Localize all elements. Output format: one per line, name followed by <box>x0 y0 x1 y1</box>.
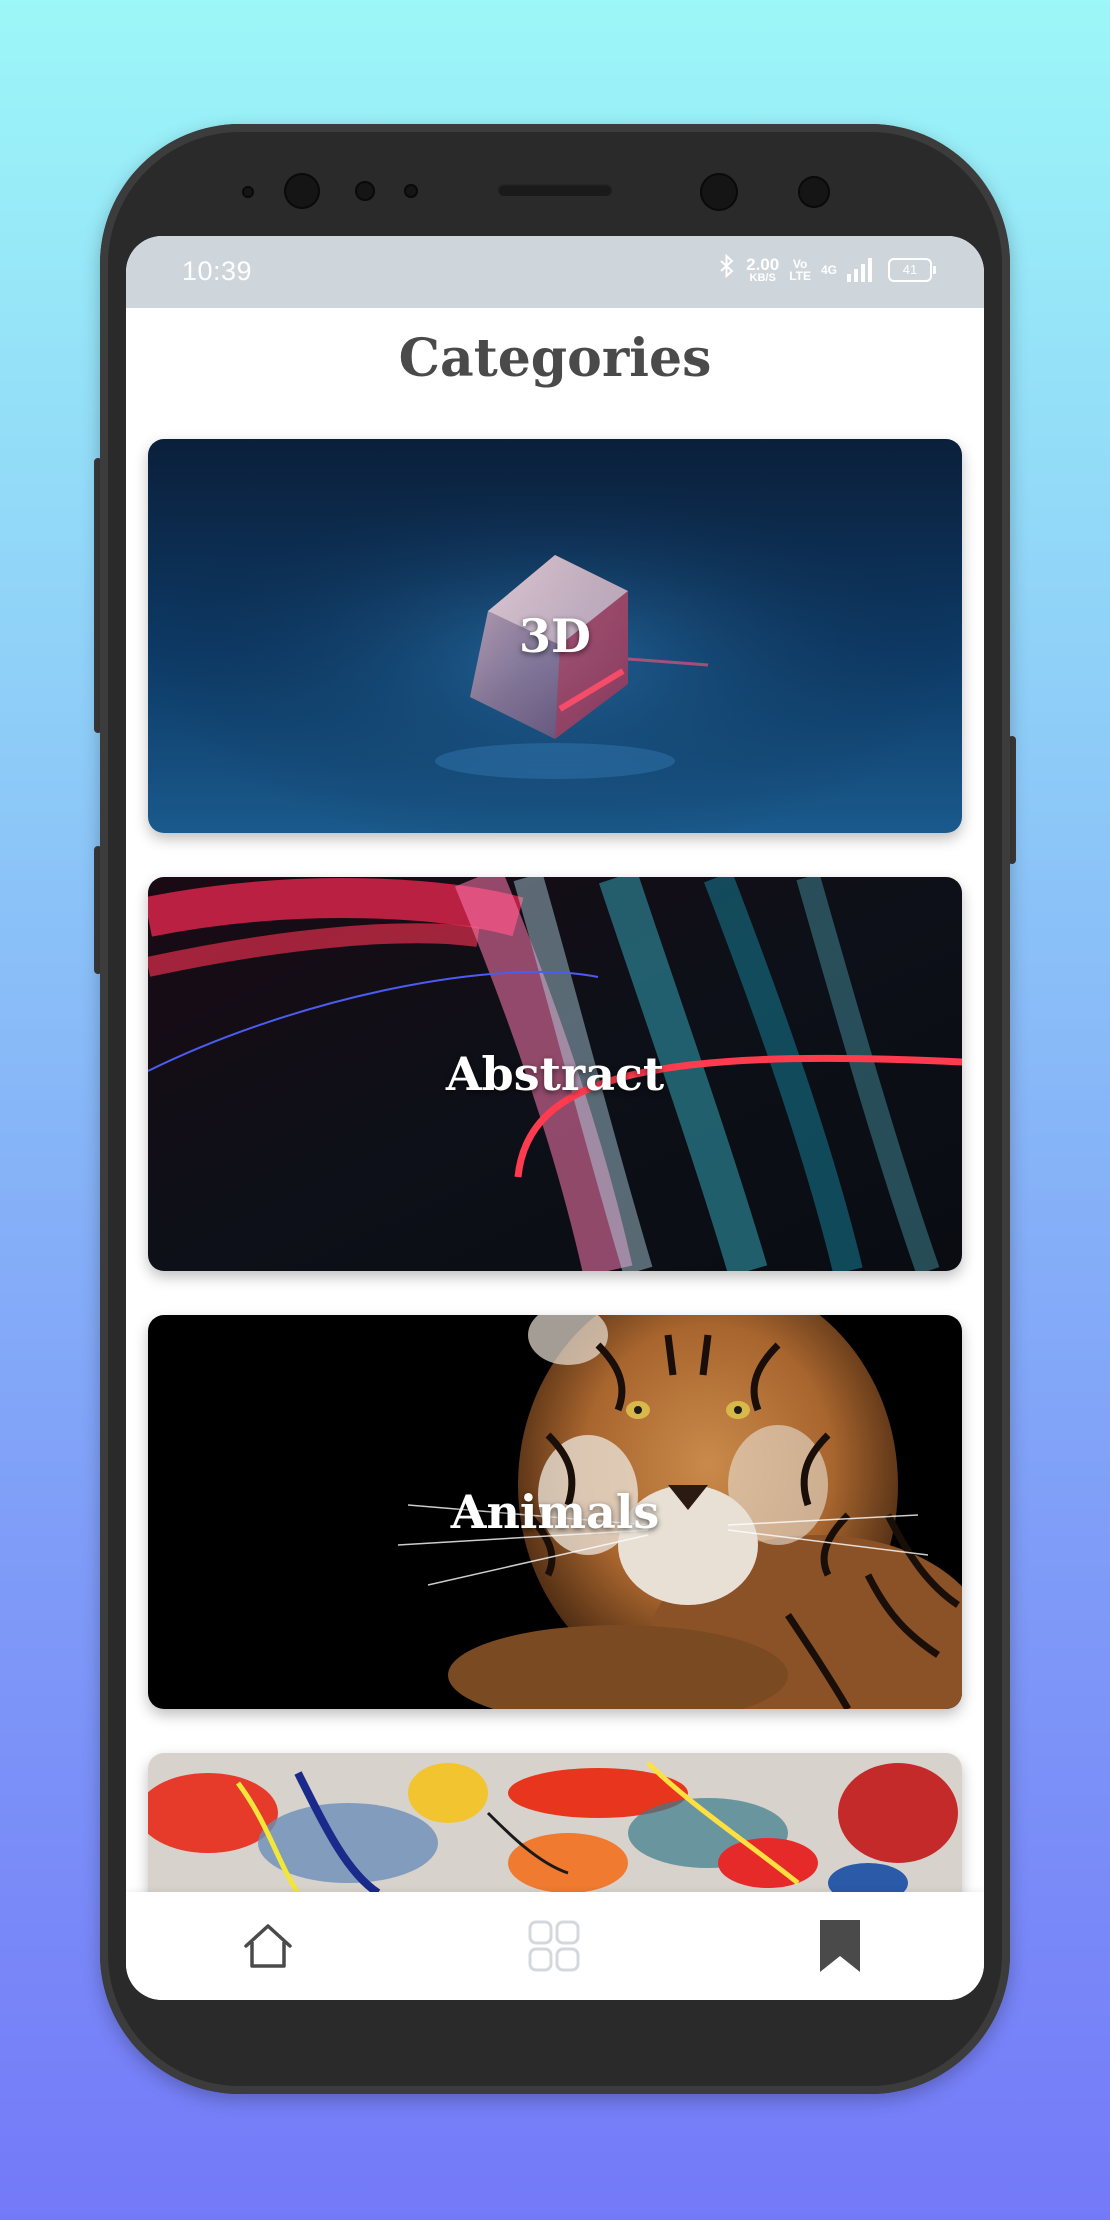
home-icon <box>244 1924 292 1968</box>
network-speed-value: 2.00 <box>746 254 780 274</box>
status-bar: 10:39 2.00 KB/S Vo LTE 4G 41 <box>126 236 984 308</box>
phone-sensor <box>798 176 830 208</box>
bluetooth-icon <box>718 253 736 285</box>
signal-icon <box>847 257 872 282</box>
category-label: 3D <box>519 609 591 663</box>
nav-bookmarks-button[interactable] <box>810 1916 870 1976</box>
status-time: 10:39 <box>182 256 253 286</box>
nav-home-button[interactable] <box>238 1916 298 1976</box>
category-label: Animals <box>450 1485 660 1539</box>
nav-categories-button[interactable] <box>524 1916 584 1976</box>
phone-front-camera <box>700 173 738 211</box>
grid-icon <box>528 1920 580 1972</box>
network-speed: 2.00 KB/S <box>746 256 779 284</box>
status-icons: 2.00 KB/S Vo LTE 4G 41 <box>718 253 936 285</box>
volte-indicator: Vo LTE <box>789 258 811 282</box>
category-card-animals[interactable]: Animals <box>148 1315 962 1709</box>
phone-camera <box>284 173 320 209</box>
category-card-abstract[interactable]: Abstract <box>148 877 962 1271</box>
network-type: 4G <box>820 262 837 277</box>
battery-icon: 41 <box>888 257 936 282</box>
category-card-3d[interactable]: 3D <box>148 439 962 833</box>
phone-sensor <box>242 186 254 198</box>
app-screen: 10:39 2.00 KB/S Vo LTE 4G 41 Categories … <box>126 236 984 2000</box>
phone-sensor <box>404 184 418 198</box>
volte-top: Vo <box>792 256 808 271</box>
volte-bottom: LTE <box>789 268 811 283</box>
page-title: Categories <box>398 328 712 389</box>
phone-sensor <box>355 181 375 201</box>
bottom-navigation <box>126 1892 984 2000</box>
category-label: Abstract <box>445 1047 665 1101</box>
bookmark-icon <box>820 1920 860 1972</box>
phone-speaker <box>498 184 612 196</box>
network-speed-unit: KB/S <box>749 271 776 284</box>
